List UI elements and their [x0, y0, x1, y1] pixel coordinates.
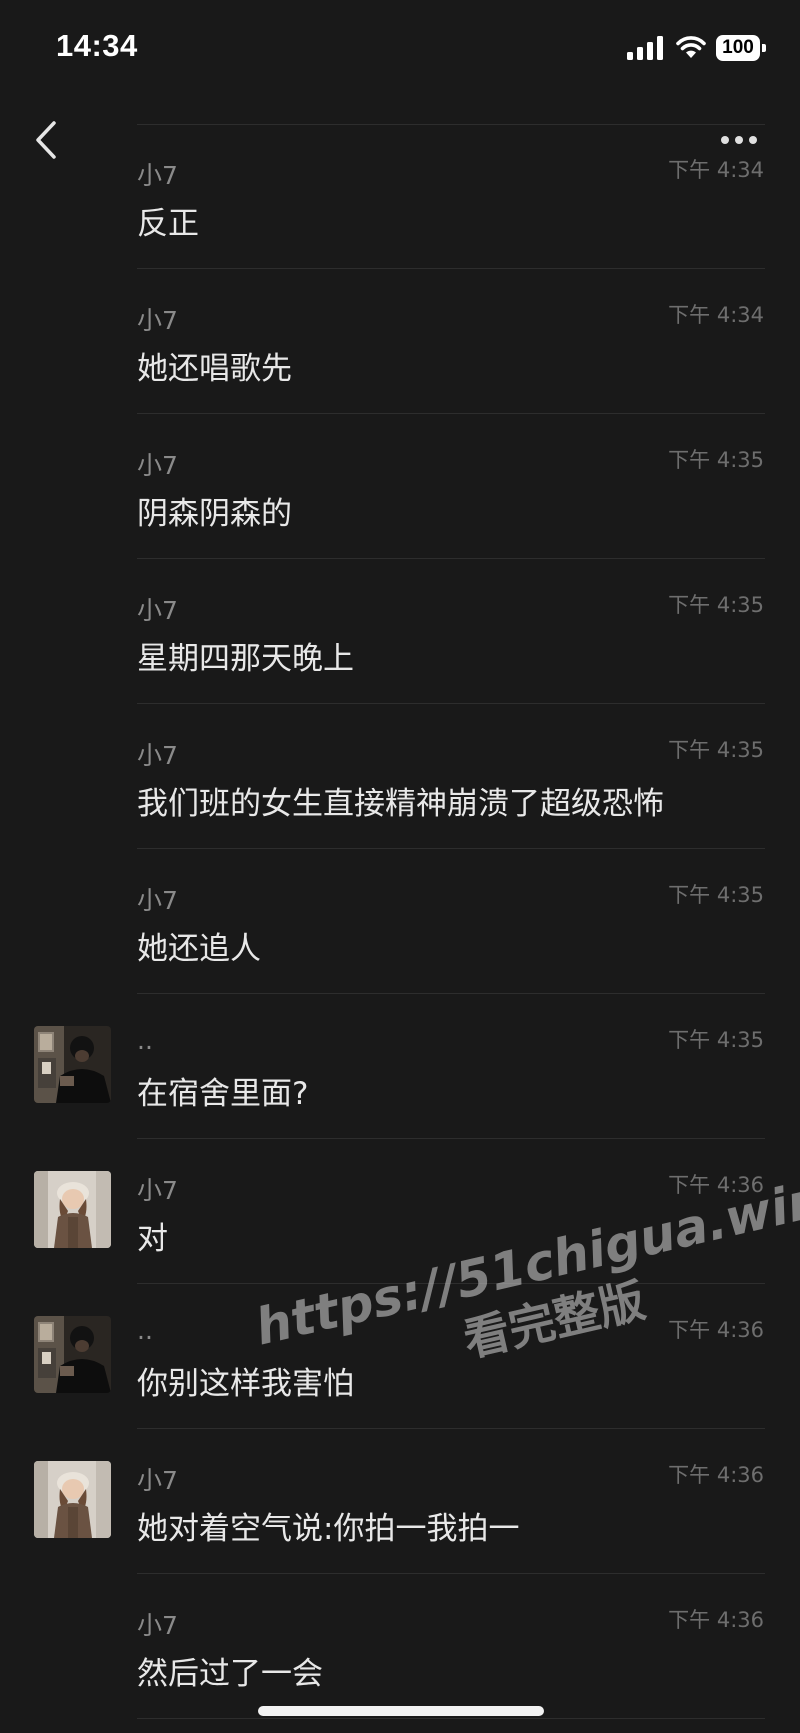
signal-icon — [627, 36, 663, 60]
home-indicator[interactable] — [258, 1706, 544, 1716]
sender-name: 小7 — [137, 886, 178, 915]
message-timestamp: 下午 4:36 — [668, 1173, 764, 1197]
message-row[interactable]: 小7 下午 4:34 她还唱歌先 — [0, 269, 800, 414]
sender-name: 小7 — [137, 1466, 178, 1495]
chat-screen: 14:34 100 小7 下午 4:34 反正 小7 下午 4:34 她还唱歌先 小7 下午 … — [0, 0, 800, 1733]
sender-name: 小7 — [137, 596, 178, 625]
message-text: 反正 — [137, 206, 199, 242]
sender-name: 小7 — [137, 741, 178, 770]
sender-name: 小7 — [137, 1611, 178, 1640]
battery-level: 100 — [716, 35, 760, 61]
message-row[interactable]: .. 下午 4:36 你别这样我害怕 — [0, 1284, 800, 1429]
message-row[interactable]: 小7 下午 4:35 我们班的女生直接精神崩溃了超级恐怖 — [0, 704, 800, 849]
message-text: 阴森阴森的 — [137, 496, 292, 532]
message-text: 她对着空气说:你拍一我拍一 — [137, 1511, 520, 1547]
sender-name: .. — [137, 1026, 153, 1055]
message-timestamp: 下午 4:36 — [668, 1318, 764, 1342]
message-timestamp: 下午 4:36 — [668, 1463, 764, 1487]
message-row[interactable]: .. 下午 4:35 在宿舍里面? — [0, 994, 800, 1139]
message-row[interactable]: 小7 下午 4:35 她还追人 — [0, 849, 800, 994]
message-text: 对 — [137, 1221, 168, 1257]
wifi-icon — [676, 36, 706, 58]
message-text: 她还追人 — [137, 931, 261, 967]
divider — [137, 1718, 765, 1719]
message-list[interactable]: 小7 下午 4:34 反正 小7 下午 4:34 她还唱歌先 小7 下午 4:35 阴森阴森的小… — [0, 124, 800, 1719]
message-text: 你别这样我害怕 — [137, 1366, 354, 1402]
sender-name: .. — [137, 1316, 153, 1345]
avatar[interactable] — [34, 1461, 111, 1538]
message-row[interactable]: 小7 下午 4:34 反正 — [0, 124, 800, 269]
message-text: 我们班的女生直接精神崩溃了超级恐怖 — [137, 786, 664, 822]
avatar[interactable] — [34, 1316, 111, 1393]
sender-name: 小7 — [137, 451, 178, 480]
sender-name: 小7 — [137, 1176, 178, 1205]
message-timestamp: 下午 4:35 — [668, 448, 764, 472]
message-timestamp: 下午 4:35 — [668, 883, 764, 907]
message-timestamp: 下午 4:35 — [668, 738, 764, 762]
sender-name: 小7 — [137, 161, 178, 190]
message-timestamp: 下午 4:34 — [668, 303, 764, 327]
message-row[interactable]: 小7 下午 4:35 星期四那天晚上 — [0, 559, 800, 704]
battery-icon: 100 — [716, 35, 766, 61]
message-timestamp: 下午 4:34 — [668, 158, 764, 182]
message-text: 她还唱歌先 — [137, 351, 292, 387]
message-row[interactable]: 小7 下午 4:36 然后过了一会 — [0, 1574, 800, 1719]
avatar[interactable] — [34, 1026, 111, 1103]
message-text: 星期四那天晚上 — [137, 641, 354, 677]
status-bar: 14:34 100 — [0, 0, 800, 96]
message-timestamp: 下午 4:35 — [668, 593, 764, 617]
message-row[interactable]: 小7 下午 4:36 她对着空气说:你拍一我拍一 — [0, 1429, 800, 1574]
status-time: 14:34 — [56, 28, 138, 63]
message-text: 然后过了一会 — [137, 1656, 323, 1692]
sender-name: 小7 — [137, 306, 178, 335]
message-row[interactable]: 小7 下午 4:35 阴森阴森的 — [0, 414, 800, 559]
message-text: 在宿舍里面? — [137, 1076, 309, 1112]
avatar[interactable] — [34, 1171, 111, 1248]
message-timestamp: 下午 4:36 — [668, 1608, 764, 1632]
message-row[interactable]: 小7 下午 4:36 对 — [0, 1139, 800, 1284]
message-timestamp: 下午 4:35 — [668, 1028, 764, 1052]
